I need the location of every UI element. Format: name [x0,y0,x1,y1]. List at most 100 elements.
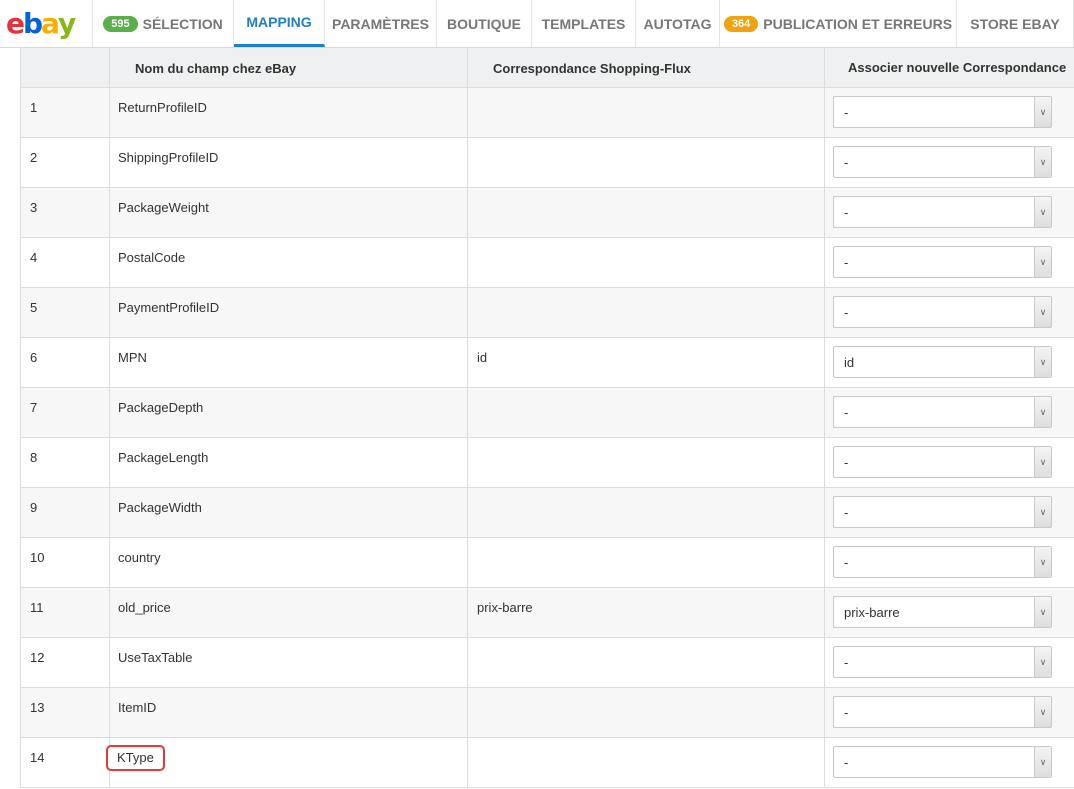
tab-param-tres[interactable]: Paramètres [325,0,437,47]
chevron-down-icon[interactable]: ∨ [1034,547,1051,577]
shoppingflux-mapping-cell: prix-barre [467,587,825,638]
tab-publication-et-erreurs[interactable]: 364 Publication et erreurs [720,0,957,47]
tab-s-lection[interactable]: 595 Sélection [93,0,234,47]
shoppingflux-mapping-cell [467,187,825,238]
chevron-down-icon[interactable]: ∨ [1034,647,1051,677]
select-value: - [844,154,849,170]
field-name: country [118,550,161,565]
mapping-select[interactable]: - ∨ [833,96,1052,128]
row-index: 7 [20,387,110,438]
field-name: old_price [118,600,171,615]
tab-store-ebay[interactable]: Store eBay [957,0,1074,47]
shoppingflux-mapping-cell: id [467,337,825,388]
shoppingflux-mapping-cell [467,437,825,488]
chevron-down-icon[interactable]: ∨ [1034,597,1051,627]
table-row: 3 PackageWeight - ∨ [20,187,1074,238]
row-index: 14 [20,737,110,788]
shoppingflux-mapping-cell [467,137,825,188]
mapping-select[interactable]: prix-barre ∨ [833,596,1052,628]
logo-letter: e [6,7,25,40]
header-index [20,48,110,88]
field-name: PaymentProfileID [118,300,220,315]
tab-mapping[interactable]: Mapping [234,0,325,47]
chevron-down-icon[interactable]: ∨ [1034,297,1051,327]
mapping-select[interactable]: - ∨ [833,296,1052,328]
new-mapping-cell: - ∨ [824,437,1074,488]
mapping-select[interactable]: - ∨ [833,746,1052,778]
field-name: PackageDepth [118,400,204,415]
highlighted-field-name: KType [106,745,165,771]
chevron-down-icon[interactable]: ∨ [1034,447,1051,477]
tab-boutique[interactable]: Boutique [437,0,532,47]
new-mapping-cell: - ∨ [824,687,1074,738]
table-row: 11 old_price prix-barre prix-barre ∨ [20,587,1074,638]
new-mapping-cell: - ∨ [824,287,1074,338]
table-row: 14 KType - ∨ [20,737,1074,788]
tab-autotag[interactable]: Autotag [636,0,720,47]
row-index: 11 [20,587,110,638]
chevron-down-icon[interactable]: ∨ [1034,397,1051,427]
ebay-field-cell: PackageWidth [109,487,468,538]
select-value: id [844,354,855,370]
mapping-select[interactable]: - ∨ [833,496,1052,528]
shoppingflux-mapping-cell [467,287,825,338]
mapping-select[interactable]: - ∨ [833,446,1052,478]
ebay-field-cell: PaymentProfileID [109,287,468,338]
top-navigation: ebay 595 Sélection Mapping Paramètres Boutiq… [0,0,1074,48]
field-name: ShippingProfileID [118,150,219,165]
field-name: PackageLength [118,450,209,465]
field-name: PackageWeight [118,200,209,215]
shoppingflux-mapping-cell [467,687,825,738]
header-new-mapping: Associer nouvelle Correspondance [824,48,1074,88]
tab-label: Mapping [246,14,312,30]
chevron-down-icon[interactable]: ∨ [1034,247,1051,277]
row-index: 12 [20,637,110,688]
tab-label: Paramètres [332,15,429,32]
new-mapping-cell: - ∨ [824,537,1074,588]
select-value: - [844,554,849,570]
chevron-down-icon[interactable]: ∨ [1034,147,1051,177]
select-value: - [844,404,849,420]
ebay-field-cell: PackageLength [109,437,468,488]
field-name: UseTaxTable [118,650,193,665]
ebay-field-cell: UseTaxTable [109,637,468,688]
mapping-select[interactable]: - ∨ [833,196,1052,228]
ebay-field-cell: PackageWeight [109,187,468,238]
shoppingflux-mapping-cell [467,487,825,538]
mapping-select[interactable]: - ∨ [833,146,1052,178]
table-row: 1 ReturnProfileID - ∨ [20,87,1074,138]
select-value: - [844,504,849,520]
row-index: 8 [20,437,110,488]
mapping-select[interactable]: - ∨ [833,546,1052,578]
select-value: - [844,104,849,120]
shoppingflux-mapping-cell [467,737,825,788]
select-value: - [844,704,849,720]
mapping-select[interactable]: - ∨ [833,396,1052,428]
chevron-down-icon[interactable]: ∨ [1034,497,1051,527]
mapping-select[interactable]: - ∨ [833,696,1052,728]
field-name: PackageWidth [118,500,202,515]
chevron-down-icon[interactable]: ∨ [1034,97,1051,127]
select-value: prix-barre [844,604,900,620]
select-value: - [844,304,849,320]
row-index: 13 [20,687,110,738]
mapping-select[interactable]: - ∨ [833,246,1052,278]
mapping-select[interactable]: id ∨ [833,346,1052,378]
table-header-row: Nom du champ chez eBay Correspondance Sh… [20,48,1074,88]
chevron-down-icon[interactable]: ∨ [1034,697,1051,727]
count-badge: 364 [723,15,759,32]
table-row: 8 PackageLength - ∨ [20,437,1074,488]
chevron-down-icon[interactable]: ∨ [1034,347,1051,377]
mapping-select[interactable]: - ∨ [833,646,1052,678]
row-index: 4 [20,237,110,288]
ebay-logo[interactable]: ebay [0,0,93,47]
tab-templates[interactable]: Templates [532,0,636,47]
chevron-down-icon[interactable]: ∨ [1034,197,1051,227]
header-shoppingflux: Correspondance Shopping-Flux [467,48,825,88]
row-index: 10 [20,537,110,588]
shoppingflux-mapping-cell [467,87,825,138]
tab-label: Publication et erreurs [763,15,953,32]
table-row: 5 PaymentProfileID - ∨ [20,287,1074,338]
chevron-down-icon[interactable]: ∨ [1034,747,1051,777]
row-index: 2 [20,137,110,188]
